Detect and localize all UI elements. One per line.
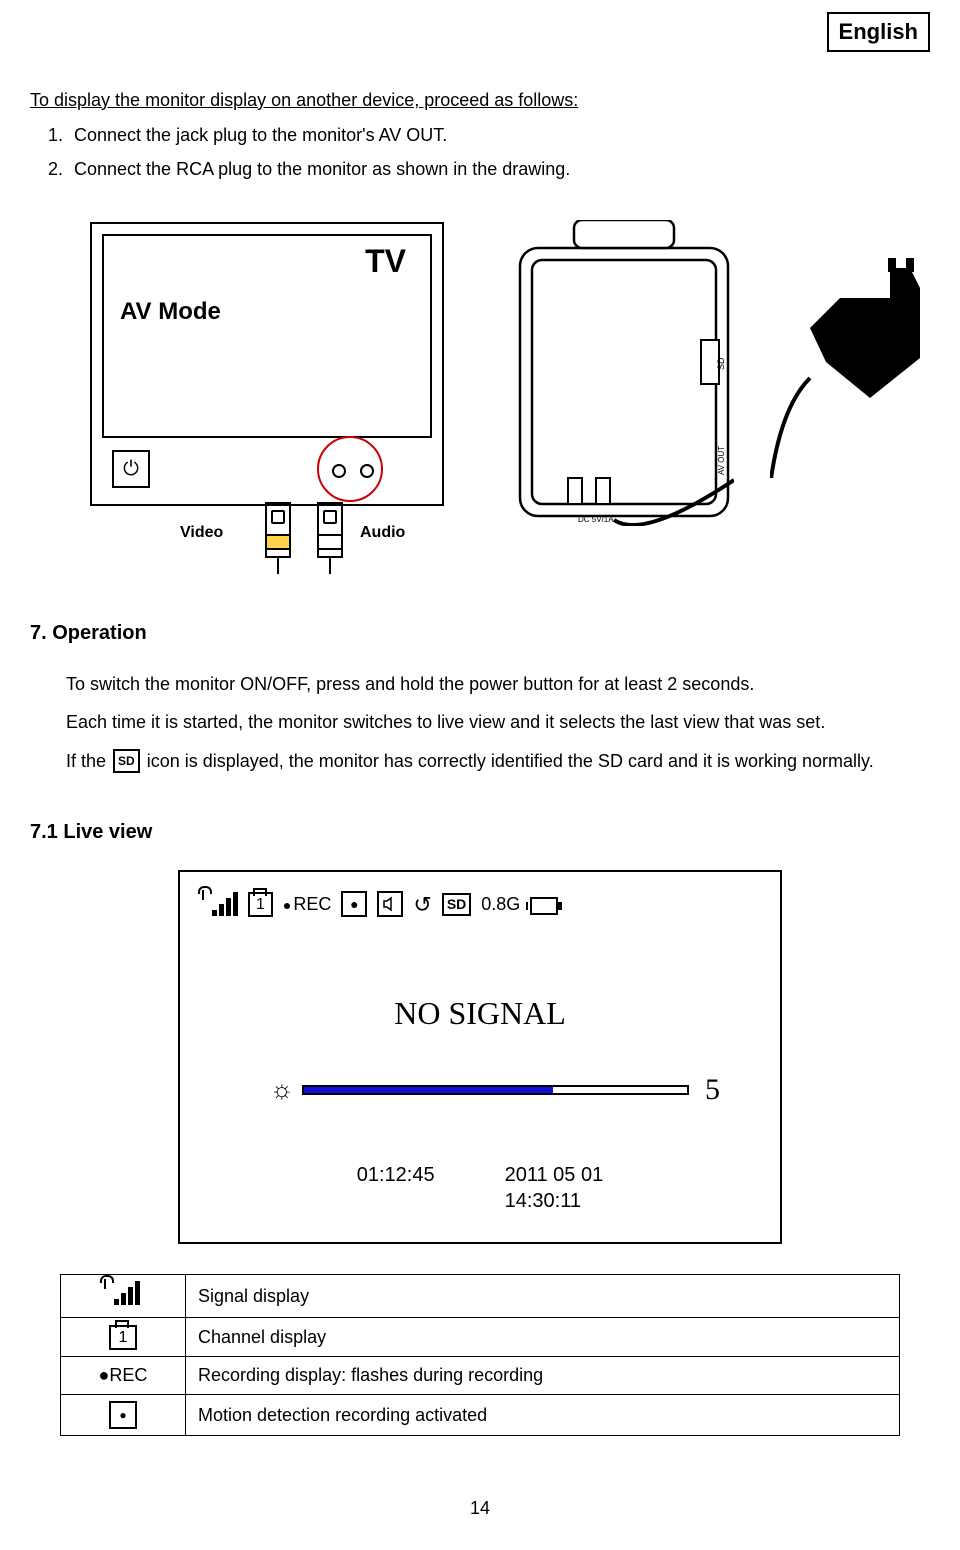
legend-signal-label: Signal display — [186, 1274, 900, 1317]
date-text: 2011 05 01 — [505, 1162, 604, 1188]
legend-row-motion: Motion detection recording activated — [61, 1394, 900, 1435]
brightness-value: 5 — [705, 1070, 720, 1111]
section-7-heading: 7. Operation — [30, 620, 930, 647]
legend-channel-icon: 1 — [61, 1317, 186, 1357]
section-7-p2: Each time it is started, the monitor swi… — [66, 707, 930, 738]
datetime-row: 01:12:45 2011 05 01 14:30:11 — [180, 1162, 780, 1214]
tv-outline: TV AV Mode ⏻ — [90, 222, 444, 506]
section-7-p1: To switch the monitor ON/OFF, press and … — [66, 669, 930, 700]
elapsed-time: 01:12:45 — [357, 1162, 435, 1214]
audio-jack-icon — [360, 464, 374, 478]
clock-text: 14:30:11 — [505, 1188, 604, 1214]
language-box: English — [827, 12, 930, 52]
storage-text: 0.8G — [481, 892, 520, 916]
step-2: Connect the RCA plug to the monitor as s… — [68, 156, 930, 184]
tv-label: TV — [365, 240, 406, 283]
ac-adapter-icon — [770, 258, 930, 484]
speaker-icon — [377, 891, 403, 917]
av-mode-label: AV Mode — [120, 296, 221, 328]
legend-motion-label: Motion detection recording activated — [186, 1394, 900, 1435]
section-7-p3: If the SD icon is displayed, the monitor… — [66, 746, 930, 777]
legend-signal-icon — [61, 1274, 186, 1317]
tv-power-icon: ⏻ — [112, 450, 150, 488]
sd-icon-inline: SD — [113, 749, 140, 773]
sd-icon: SD — [442, 893, 471, 916]
avout-label: AV OUT — [717, 445, 726, 474]
video-label: Video — [180, 522, 223, 544]
video-jack-icon — [332, 464, 346, 478]
status-bar: 1 REC ● ↺ SD 0.8G — [180, 890, 780, 920]
tv-screen: TV AV Mode — [102, 234, 432, 438]
legend-rec-icon: ●REC — [61, 1357, 186, 1394]
legend-row-channel: 1 Channel display — [61, 1317, 900, 1357]
intro-heading: To display the monitor display on anothe… — [30, 88, 930, 112]
motion-icon: ● — [341, 891, 367, 917]
legend-row-signal: Signal display — [61, 1274, 900, 1317]
legend-rec-label: Recording display: flashes during record… — [186, 1357, 900, 1394]
channel-indicator: 1 — [248, 892, 273, 918]
legend-table: Signal display 1 Channel display ●REC Re… — [60, 1274, 900, 1436]
legend-motion-icon — [61, 1394, 186, 1435]
legend-row-rec: ●REC Recording display: flashes during r… — [61, 1357, 900, 1394]
battery-icon — [530, 897, 558, 915]
steps-list: Connect the jack plug to the monitor's A… — [38, 122, 930, 184]
signal-icon — [204, 892, 238, 916]
dc-label: DC 5V/1A — [578, 515, 614, 524]
sd-slot-label: SD — [716, 357, 726, 370]
rec-indicator: REC — [283, 892, 331, 916]
section-71-heading: 7.1 Live view — [30, 819, 930, 846]
no-signal-text: NO SIGNAL — [180, 992, 780, 1035]
refresh-icon: ↺ — [413, 890, 431, 920]
page-number: 14 — [30, 1496, 930, 1520]
live-view-screen: 1 REC ● ↺ SD 0.8G NO SIGNAL ☼ 5 01:12:45… — [178, 870, 782, 1244]
rca-plug-video — [254, 502, 302, 574]
audio-label: Audio — [360, 522, 405, 544]
step-1: Connect the jack plug to the monitor's A… — [68, 122, 930, 150]
legend-channel-label: Channel display — [186, 1317, 900, 1357]
brightness-bar: ☼ 5 — [270, 1070, 720, 1111]
brightness-track — [302, 1085, 689, 1095]
brightness-sun-icon: ☼ — [270, 1072, 294, 1107]
rca-plug-audio — [306, 502, 354, 574]
monitor-drawing: SD AV OUT DC 5V/1A — [514, 220, 734, 524]
connection-diagram: TV AV Mode ⏻ Video Audio SD AV OUT DC 5V… — [30, 218, 930, 558]
